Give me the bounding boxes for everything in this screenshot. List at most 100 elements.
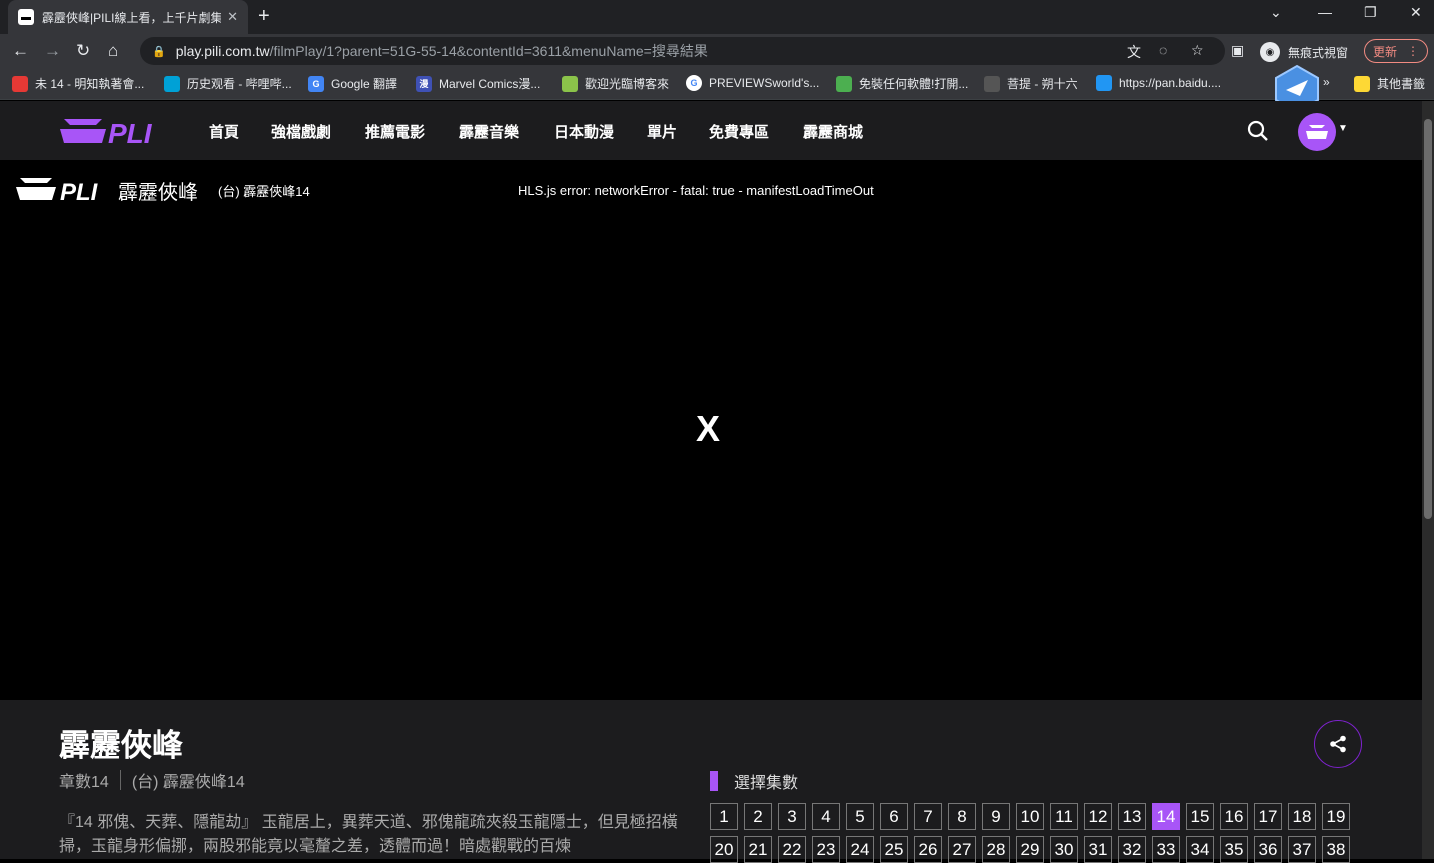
episode-button[interactable]: 16 xyxy=(1220,803,1248,830)
episode-button[interactable]: 4 xyxy=(812,803,840,830)
player-title: 霹靂俠峰 xyxy=(118,182,198,204)
svg-text:PLI: PLI xyxy=(108,118,153,149)
episode-button[interactable]: 6 xyxy=(880,803,908,830)
search-icon[interactable] xyxy=(1246,119,1270,143)
baidu-icon xyxy=(1096,75,1112,91)
episode-description: 『14 邪傀、天葬、隱龍劫』 玉龍居上，異葬天道、邪傀龍疏夾殺玉龍隱士，但見極招… xyxy=(59,814,678,855)
app-icon xyxy=(12,75,28,92)
restore-icon[interactable]: ❐ xyxy=(1364,4,1377,21)
episode-button[interactable]: 18 xyxy=(1288,803,1316,830)
incognito-icon: ◉ xyxy=(1260,42,1280,62)
bookmark-item[interactable]: 漫 Marvel Comics漫... xyxy=(416,75,540,92)
episode-button[interactable]: 9 xyxy=(982,803,1010,830)
scrollbar-thumb[interactable] xyxy=(1424,119,1432,519)
translate-icon[interactable]: 文 xyxy=(1127,42,1141,62)
leaf-icon xyxy=(836,75,852,92)
google-icon: G xyxy=(686,75,702,91)
bookmark-star-icon[interactable]: ☆ xyxy=(1191,42,1204,59)
show-title: 霹靂俠峰 xyxy=(59,728,183,763)
address-bar[interactable]: 🔒 play.pili.com.tw /filmPlay/1?parent=51… xyxy=(140,37,1225,65)
bookmark-label: 历史观看 - 哔哩哔... xyxy=(187,77,292,91)
user-avatar[interactable] xyxy=(1298,113,1336,151)
episode-selector-label: 選擇集數 xyxy=(734,775,799,792)
side-panel-icon[interactable]: ▣ xyxy=(1231,42,1244,59)
menu-shop[interactable]: 霹靂商城 xyxy=(803,121,863,142)
share-icon xyxy=(1330,735,1346,753)
incognito-label: 無痕式視窗 xyxy=(1288,45,1349,60)
bookmark-item[interactable]: 未 14 - 明知執著會... xyxy=(12,75,144,92)
forward-icon[interactable]: → xyxy=(44,41,61,61)
window-close-icon[interactable]: ✕ xyxy=(1410,4,1422,21)
url-host: play.pili.com.tw xyxy=(175,43,270,59)
tracking-blocked-icon[interactable]: ◌ xyxy=(1159,42,1167,58)
bookmark-label: Marvel Comics漫... xyxy=(439,77,541,91)
menu-movies[interactable]: 推薦電影 xyxy=(365,121,425,142)
avatar-icon xyxy=(1306,125,1328,139)
bookmark-item[interactable]: 菩提 - 朔十六 xyxy=(984,75,1078,92)
share-button[interactable] xyxy=(1314,720,1362,768)
player-pili-logo: PLI xyxy=(16,178,99,204)
episode-button[interactable]: 3 xyxy=(778,803,806,830)
episode-button[interactable]: 13 xyxy=(1118,803,1146,830)
episode-button[interactable]: 7 xyxy=(914,803,942,830)
episode-button[interactable]: 15 xyxy=(1186,803,1214,830)
menu-home[interactable]: 首頁 xyxy=(209,121,239,142)
bookmark-folder[interactable]: 其他書籤 xyxy=(1354,75,1425,92)
home-icon[interactable]: ⌂ xyxy=(108,41,118,61)
pili-logo[interactable]: PLI xyxy=(58,113,158,149)
bookmark-label: 免裝任何軟體!打開... xyxy=(859,77,969,91)
menu-music[interactable]: 霹靂音樂 xyxy=(459,121,519,142)
menu-single[interactable]: 單片 xyxy=(647,121,677,142)
episode-button[interactable]: 17 xyxy=(1254,803,1282,830)
episode-button[interactable]: 10 xyxy=(1016,803,1044,830)
browser-tab-strip: ▬ 霹靂俠峰|PILI線上看，上千片劇集 ✕ + ⌄ — ❐ ✕ xyxy=(0,0,1434,34)
episode-button[interactable]: 1 xyxy=(710,803,738,830)
more-menu-icon: ⋮ xyxy=(1407,44,1419,58)
episode-button[interactable]: 5 xyxy=(846,803,874,830)
back-icon[interactable]: ← xyxy=(12,41,29,61)
tab-title: 霹靂俠峰|PILI線上看，上千片劇集 xyxy=(42,10,222,25)
bookmark-item[interactable]: G PREVIEWSworld's... xyxy=(686,75,819,91)
player-error-message: HLS.js error: networkError - fatal: true… xyxy=(518,183,874,198)
bookmark-label: 歡迎光臨博客來 xyxy=(585,77,670,91)
incognito-indicator[interactable]: ◉ 無痕式視窗 xyxy=(1260,42,1348,62)
reload-icon[interactable]: ↻ xyxy=(76,41,90,61)
episode-button[interactable]: 19 xyxy=(1322,803,1350,830)
episode-selector-heading: 選擇集數 xyxy=(710,769,798,793)
tab-search-icon[interactable]: ⌄ xyxy=(1270,4,1282,21)
user-menu-caret-icon[interactable]: ▼ xyxy=(1338,123,1348,134)
tab-close-icon[interactable]: ✕ xyxy=(227,9,238,25)
menu-drama[interactable]: 強檔戲劇 xyxy=(271,121,331,142)
update-button[interactable]: 更新 ⋮ xyxy=(1364,39,1428,63)
new-tab-icon[interactable]: + xyxy=(258,5,270,28)
svg-text:PLI: PLI xyxy=(60,179,99,204)
minimize-icon[interactable]: — xyxy=(1318,4,1332,20)
bookmark-item[interactable]: https://pan.baidu.... xyxy=(1096,75,1221,91)
meta-divider xyxy=(119,770,121,790)
bookmark-label: PREVIEWSworld's... xyxy=(709,76,820,90)
player-episode-label: (台) 霹靂俠峰14 xyxy=(218,184,310,199)
page-scrollbar[interactable] xyxy=(1422,101,1434,859)
bookmark-item[interactable]: 免裝任何軟體!打開... xyxy=(836,75,968,92)
bookmark-label: 未 14 - 明知執著會... xyxy=(35,77,145,91)
menu-free[interactable]: 免費專區 xyxy=(709,121,769,142)
episode-button[interactable]: 12 xyxy=(1084,803,1112,830)
url-path: /filmPlay/1?parent=51G-55-14&contentId=3… xyxy=(269,43,708,59)
menu-anime[interactable]: 日本動漫 xyxy=(554,121,614,142)
bookmarks-overflow-icon[interactable]: » xyxy=(1323,75,1330,89)
browser-tab-active[interactable]: ▬ 霹靂俠峰|PILI線上看，上千片劇集 ✕ xyxy=(8,0,248,34)
episode-label: (台) 霹靂俠峰14 xyxy=(131,774,245,791)
bookmark-item[interactable]: 歡迎光臨博客來 xyxy=(562,75,669,92)
manga-icon: 漫 xyxy=(416,75,432,92)
video-player[interactable]: PLI 霹靂俠峰 (台) 霹靂俠峰14 HLS.js error: networ… xyxy=(0,160,1422,700)
episode-button[interactable]: 14 xyxy=(1152,803,1180,830)
show-meta: 章數14 (台) 霹靂俠峰14 xyxy=(59,768,245,792)
bookmark-item[interactable]: G Google 翻譯 xyxy=(308,75,397,92)
lock-icon[interactable]: 🔒 xyxy=(152,45,166,58)
bookmark-label: 菩提 - 朔十六 xyxy=(1007,77,1078,91)
bookmark-item[interactable]: 历史观看 - 哔哩哔... xyxy=(164,75,292,92)
episode-button[interactable]: 8 xyxy=(948,803,976,830)
bookmark-label: https://pan.baidu.... xyxy=(1119,76,1222,90)
episode-button[interactable]: 2 xyxy=(744,803,772,830)
episode-button[interactable]: 11 xyxy=(1050,803,1078,830)
